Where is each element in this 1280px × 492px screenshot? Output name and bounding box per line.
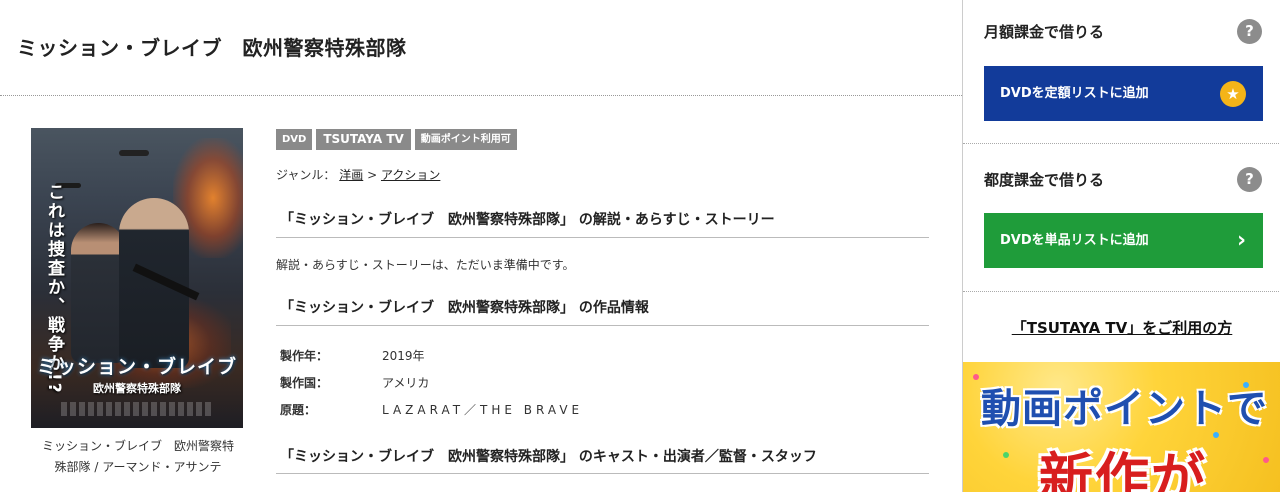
sidebar-divider bbox=[963, 143, 1280, 144]
title-divider bbox=[0, 95, 962, 96]
main-content: ミッション・ブレイブ 欧州警察特殊部隊 これは捜査か、戦争か!? ミッション・ブ… bbox=[0, 0, 962, 492]
poster-figure bbox=[71, 223, 126, 363]
poster-helicopter bbox=[119, 150, 149, 156]
poster-title: ミッション・ブレイブ bbox=[36, 356, 237, 378]
button-label: DVDを単品リストに追加 bbox=[1000, 233, 1149, 248]
banner-line-2: 新作が bbox=[1039, 447, 1207, 492]
genre-separator: > bbox=[367, 168, 378, 182]
genre-label: ジャンル： bbox=[276, 168, 336, 182]
star-icon: ★ bbox=[1220, 81, 1246, 107]
poster-subtitle: 欧州警察特殊部隊 bbox=[93, 382, 181, 395]
confetti-dot bbox=[1263, 457, 1269, 463]
poster-image[interactable]: これは捜査か、戦争か!? ミッション・ブレイブ 欧州警察特殊部隊 bbox=[31, 128, 243, 428]
help-icon[interactable]: ? bbox=[1237, 167, 1262, 192]
button-label: DVDを定額リストに追加 bbox=[1000, 86, 1149, 101]
genre-breadcrumb: ジャンル： 洋画 > アクション bbox=[276, 166, 440, 183]
tsutaya-tv-user-link[interactable]: 「TSUTAYA TV」をご利用の方 bbox=[963, 317, 1280, 338]
banner-line-1: 動画ポイントで bbox=[981, 386, 1268, 432]
cast-heading: 「ミッション・ブレイブ 欧州警察特殊部隊」 のキャスト・出演者／監督・スタッフ bbox=[280, 449, 817, 465]
caption-line: 殊部隊 / アーマンド・アサンテ bbox=[54, 460, 222, 474]
add-to-single-list-button[interactable]: DVDを単品リストに追加 › bbox=[984, 213, 1263, 268]
add-to-monthly-list-button[interactable]: DVDを定額リストに追加 ★ bbox=[984, 66, 1263, 121]
synopsis-heading: 「ミッション・ブレイブ 欧州警察特殊部隊」 の解説・あらすじ・ストーリー bbox=[280, 212, 775, 228]
confetti-dot bbox=[1003, 452, 1009, 458]
genre-link-yoga[interactable]: 洋画 bbox=[339, 168, 363, 182]
section-divider bbox=[276, 473, 929, 474]
badge-video-point: 動画ポイント利用可 bbox=[414, 129, 517, 150]
synopsis-text: 解説・あらすじ・ストーリーは、ただいま準備中です。 bbox=[276, 258, 575, 272]
badge-dvd: DVD bbox=[276, 129, 313, 150]
info-value: 2019年 bbox=[382, 349, 425, 363]
monthly-heading: 月額課金で借りる bbox=[984, 23, 1105, 41]
page-title: ミッション・ブレイブ 欧州警察特殊部隊 bbox=[17, 36, 407, 60]
chevron-right-icon: › bbox=[1237, 228, 1247, 253]
badge-tsutaya-tv: TSUTAYA TV bbox=[316, 129, 411, 150]
rental-sidebar: 月額課金で借りる ? DVDを定額リストに追加 ★ 都度課金で借りる ? DVD… bbox=[962, 0, 1280, 492]
confetti-dot bbox=[973, 374, 979, 380]
info-key: 原題： bbox=[280, 403, 317, 417]
poster-caption: ミッション・ブレイブ 欧州警察特 殊部隊 / アーマンド・アサンテ bbox=[28, 436, 248, 478]
caption-line: ミッション・ブレイブ 欧州警察特 bbox=[41, 439, 234, 453]
info-value: アメリカ bbox=[382, 376, 430, 390]
genre-link-action[interactable]: アクション bbox=[381, 168, 440, 182]
video-point-banner[interactable]: 動画ポイントで 新作が bbox=[963, 362, 1280, 492]
info-value: LAZARAT／THE BRAVE bbox=[382, 403, 584, 417]
section-divider bbox=[276, 237, 929, 238]
format-badges: DVD TSUTAYA TV 動画ポイント利用可 bbox=[276, 129, 517, 150]
info-heading: 「ミッション・ブレイブ 欧州警察特殊部隊」 の作品情報 bbox=[280, 300, 649, 316]
info-key: 製作国： bbox=[280, 376, 329, 390]
help-icon[interactable]: ? bbox=[1237, 19, 1262, 44]
info-key: 製作年： bbox=[280, 349, 329, 363]
poster-credits bbox=[61, 402, 213, 416]
sidebar-divider bbox=[963, 291, 1280, 292]
section-divider bbox=[276, 325, 929, 326]
per-rental-heading: 都度課金で借りる bbox=[984, 171, 1105, 189]
